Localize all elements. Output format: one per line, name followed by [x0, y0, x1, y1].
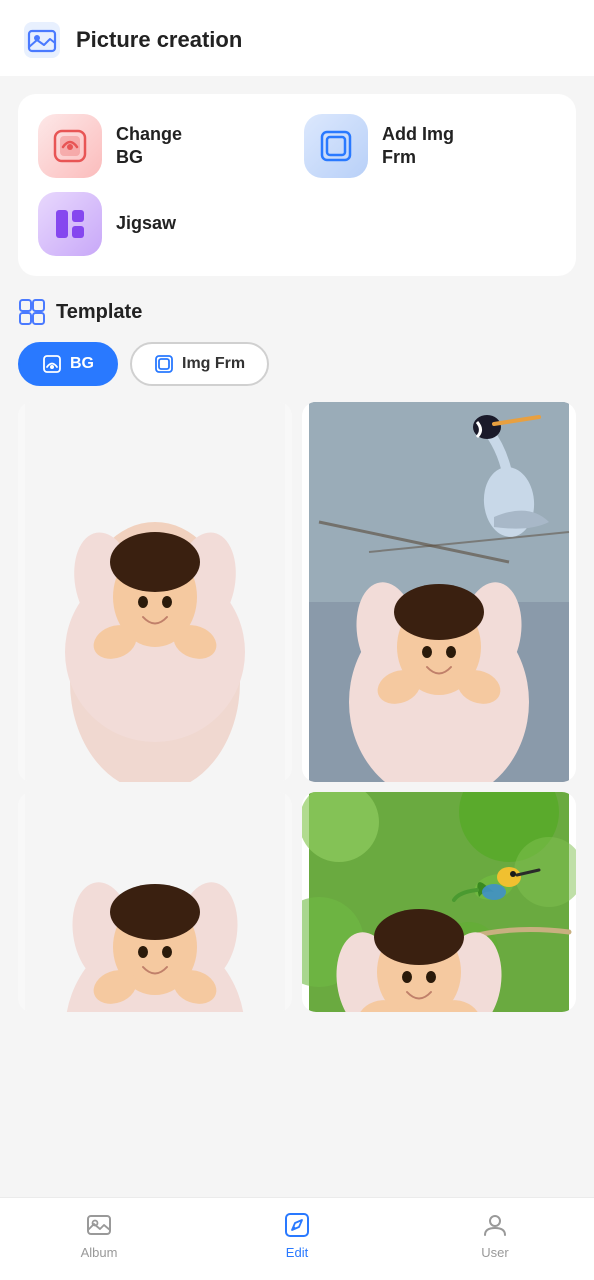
bottom-nav: Album Edit User: [0, 1197, 594, 1280]
template-item-1[interactable]: [18, 402, 292, 782]
template-icon: [18, 298, 46, 326]
album-label: Album: [81, 1245, 118, 1260]
album-icon: [84, 1210, 114, 1240]
nav-album[interactable]: Album: [0, 1210, 198, 1260]
template-image-1: [18, 402, 292, 782]
change-bg-button[interactable]: ChangeBG: [38, 114, 290, 178]
template-item-3[interactable]: [18, 792, 292, 1012]
add-img-frm-label: Add ImgFrm: [382, 123, 454, 170]
jigsaw-button[interactable]: Jigsaw: [38, 192, 556, 256]
jigsaw-label: Jigsaw: [116, 212, 176, 235]
filter-tab-bg[interactable]: BG: [18, 342, 118, 386]
template-title: Template: [56, 301, 142, 324]
filter-tab-bg-label: BG: [70, 355, 94, 373]
page-title: Picture creation: [76, 27, 242, 53]
filter-tab-imgfrm-label: Img Frm: [182, 355, 245, 373]
template-item-4[interactable]: [302, 792, 576, 1012]
template-image-4: [302, 792, 576, 1012]
template-image-2: [302, 402, 576, 782]
nav-user[interactable]: User: [396, 1210, 594, 1260]
add-img-frm-icon-wrap: [304, 114, 368, 178]
add-img-frm-button[interactable]: Add ImgFrm: [304, 114, 556, 178]
template-image-3: [18, 792, 292, 1012]
feature-card-section: ChangeBG Add ImgFrm: [18, 94, 576, 276]
bg-tab-icon: [42, 354, 62, 374]
user-icon: [480, 1210, 510, 1240]
filter-tab-imgfrm[interactable]: Img Frm: [130, 342, 269, 386]
user-label: User: [481, 1245, 508, 1260]
change-bg-icon-wrap: [38, 114, 102, 178]
app-header-icon: [20, 18, 64, 62]
template-header: Template: [18, 298, 576, 326]
app-header: Picture creation: [0, 0, 594, 76]
jigsaw-icon-wrap: [38, 192, 102, 256]
imgfrm-tab-icon: [154, 354, 174, 374]
template-section: Template BG Img Frm: [18, 298, 576, 1012]
edit-label: Edit: [286, 1245, 308, 1260]
nav-edit[interactable]: Edit: [198, 1210, 396, 1260]
edit-icon: [282, 1210, 312, 1240]
template-item-2[interactable]: [302, 402, 576, 782]
change-bg-label: ChangeBG: [116, 123, 182, 170]
template-grid: [18, 402, 576, 1012]
filter-tabs: BG Img Frm: [18, 342, 576, 386]
